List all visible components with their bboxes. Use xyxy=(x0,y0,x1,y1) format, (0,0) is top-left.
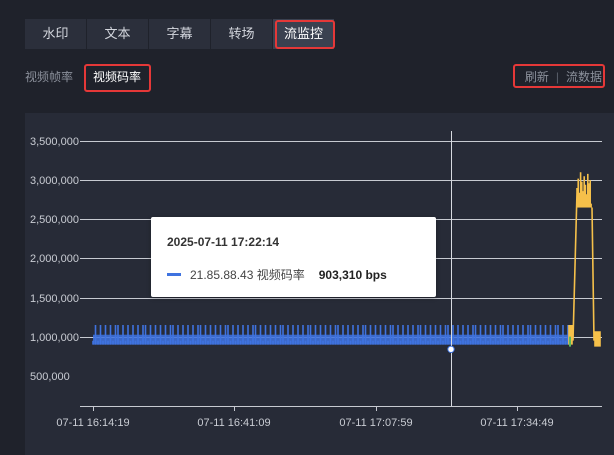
series-yellow-block xyxy=(577,203,592,208)
tooltip-time: 2025-07-11 17:22:14 xyxy=(167,235,280,249)
x-tick-label: 07-11 17:07:59 xyxy=(339,417,412,429)
y-tick-label: 3,000,000 xyxy=(30,175,79,187)
x-tick-label: 07-11 16:41:09 xyxy=(197,417,270,429)
tooltip-value: 903,310 bps xyxy=(318,267,387,282)
chart-tooltip: 2025-07-11 17:22:14 21.85.88.43 视频码率 903… xyxy=(151,217,436,297)
y-tick-label: 2,500,000 xyxy=(30,214,79,226)
y-tick-label: 500,000 xyxy=(30,371,70,383)
hover-point xyxy=(447,345,455,353)
x-tick-label: 07-11 17:34:49 xyxy=(480,417,553,429)
tooltip-row: 21.85.88.43 视频码率 903,310 bps xyxy=(167,266,387,283)
tooltip-series-label: 21.85.88.43 视频码率 xyxy=(190,268,305,282)
y-tick-label: 2,000,000 xyxy=(30,253,79,265)
series-blue-band xyxy=(93,334,569,345)
y-tick-label: 1,000,000 xyxy=(30,332,79,344)
series-swatch xyxy=(167,273,181,276)
x-tick-label: 07-11 16:14:19 xyxy=(56,417,129,429)
series-yellow xyxy=(568,172,601,347)
y-tick-label: 1,500,000 xyxy=(30,293,79,305)
y-tick-label: 3,500,000 xyxy=(30,136,79,148)
